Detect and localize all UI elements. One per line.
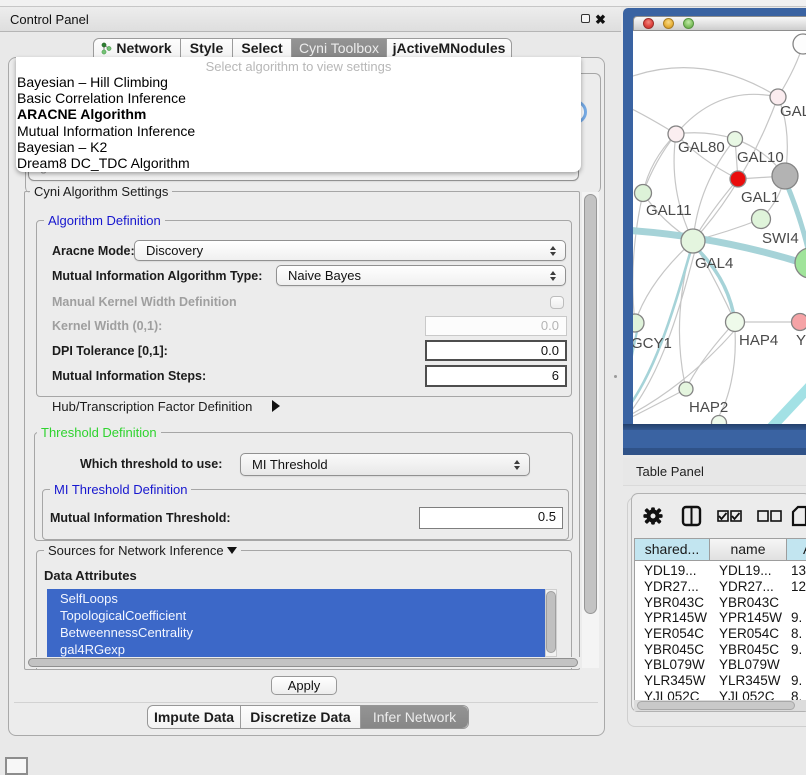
svg-text:HAP4: HAP4	[739, 332, 778, 349]
svg-text:SWI4: SWI4	[762, 230, 799, 247]
svg-text:HAP2: HAP2	[689, 399, 728, 416]
svg-text:GAL4: GAL4	[695, 255, 733, 272]
svg-text:Y: Y	[796, 332, 806, 349]
svg-text:GCY1: GCY1	[633, 335, 672, 352]
svg-text:GAL: GAL	[780, 103, 806, 120]
svg-text:GAL11: GAL11	[646, 202, 692, 219]
svg-text:GAL1: GAL1	[741, 189, 779, 206]
svg-text:GAL80: GAL80	[678, 139, 725, 156]
svg-text:GAL10: GAL10	[737, 149, 784, 166]
